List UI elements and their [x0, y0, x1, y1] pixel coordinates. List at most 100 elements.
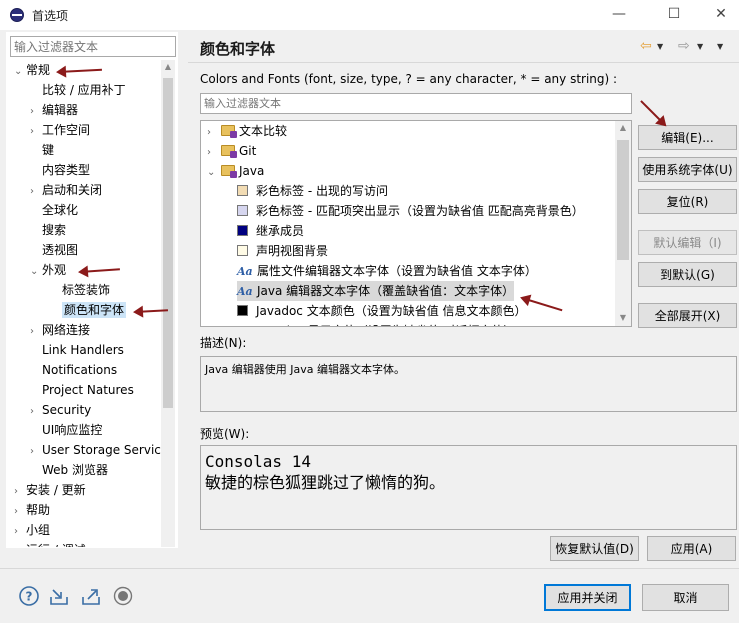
tree-item[interactable]: 全球化 — [30, 200, 78, 220]
export-icon[interactable] — [80, 585, 102, 607]
collapse-chevron-icon[interactable]: › — [14, 542, 26, 547]
collapse-chevron-icon[interactable]: › — [30, 322, 42, 342]
back-arrow-icon[interactable]: ⇦ — [640, 38, 652, 54]
colors-fonts-filter-input[interactable] — [200, 93, 632, 114]
reset-button[interactable]: 复位(R) — [638, 189, 737, 214]
tree-item[interactable]: UI响应监控 — [30, 420, 102, 440]
tree-item[interactable]: 透视图 — [30, 240, 78, 260]
collapse-chevron-icon[interactable]: › — [30, 102, 42, 122]
import-icon[interactable] — [48, 585, 70, 607]
font-tree-item[interactable]: › Git — [207, 141, 256, 161]
view-menu-icon[interactable]: ▼ — [717, 42, 723, 51]
tree-item-label: 外观 — [42, 263, 67, 277]
edit-button[interactable]: 编辑(E)... — [638, 125, 737, 150]
tree-item-label: Project Natures — [42, 383, 134, 397]
edit-default-button[interactable]: 默认编辑（I) — [638, 230, 737, 255]
collapse-chevron-icon[interactable]: › — [30, 442, 42, 462]
minimize-button[interactable]: — — [605, 2, 633, 28]
font-tree-item[interactable]: Javadoc 文本颜色（设置为缺省值 信息文本颜色） — [237, 301, 527, 321]
forward-arrow-icon[interactable]: ⇨ — [678, 38, 690, 54]
font-tree-item-label: Git — [239, 144, 257, 158]
font-tree-item[interactable]: 继承成员 — [237, 221, 304, 241]
font-tree-item[interactable]: 彩色标签 - 出现的写访问 — [237, 181, 388, 201]
color-swatch-icon — [237, 205, 248, 216]
tree-item[interactable]: Notifications — [30, 360, 117, 380]
use-system-font-button[interactable]: 使用系统字体(U) — [638, 157, 737, 182]
tree-item[interactable]: › 安装 / 更新 — [14, 480, 86, 500]
color-swatch-icon — [237, 245, 248, 256]
font-tree-item-label: Java 编辑器文本字体（覆盖缺省值：文本字体） — [257, 284, 515, 298]
tree-item[interactable]: 比较 / 应用补丁 — [30, 80, 126, 100]
collapse-chevron-icon[interactable]: › — [30, 182, 42, 202]
tree-scroll-thumb[interactable] — [163, 78, 173, 408]
collapse-chevron-icon[interactable]: › — [30, 122, 42, 142]
font-icon: Aa — [237, 285, 253, 298]
tree-item-label: 工作空间 — [42, 123, 91, 137]
description-label: 描述(N): — [200, 336, 247, 350]
tree-item[interactable]: 内容类型 — [30, 160, 90, 180]
tree-item[interactable]: › 小组 — [14, 520, 50, 540]
preferences-filter-input[interactable] — [10, 36, 176, 57]
tree-item-label: 网络连接 — [42, 323, 91, 337]
font-tree-item[interactable]: › 文本比较 — [207, 121, 287, 141]
tree-item-label: 全球化 — [42, 203, 79, 217]
tree-item[interactable]: ⌄ 外观 — [30, 260, 66, 280]
expand-all-button[interactable]: 全部展开(X) — [638, 303, 737, 328]
tree-item-label: Web 浏览器 — [42, 463, 108, 477]
tree-item-label: User Storage Servic — [42, 443, 161, 457]
tree-item[interactable]: › 帮助 — [14, 500, 50, 520]
collapse-chevron-icon[interactable]: › — [30, 402, 42, 422]
goto-default-button[interactable]: 到默认(G) — [638, 262, 737, 287]
expand-chevron-icon[interactable]: ⌄ — [30, 262, 42, 282]
tree-item[interactable]: › 编辑器 — [30, 100, 78, 120]
tree-item[interactable]: › 工作空间 — [30, 120, 90, 140]
collapse-chevron-icon[interactable]: › — [14, 522, 26, 542]
tree-item[interactable]: Web 浏览器 — [30, 460, 108, 480]
back-dropdown-icon[interactable]: ▼ — [657, 42, 663, 51]
collapse-chevron-icon[interactable]: › — [207, 123, 221, 143]
tree-item[interactable]: 标签装饰 — [50, 280, 110, 300]
font-tree-item-label: 声明视图背景 — [256, 244, 329, 258]
font-tree-item[interactable]: Aa Java 编辑器文本字体（覆盖缺省值：文本字体） — [237, 281, 515, 301]
tree-item[interactable]: Project Natures — [30, 380, 134, 400]
folder-icon — [221, 165, 237, 178]
apply-button[interactable]: 应用(A) — [647, 536, 736, 561]
oomph-icon[interactable] — [112, 585, 134, 607]
font-tree-item[interactable]: Aa 属性文件编辑器文本字体（设置为缺省值 文本字体） — [237, 261, 537, 281]
font-tree-item[interactable]: AaJavadoc 显示字体（设置为缺省值 对话框字体） — [237, 321, 516, 326]
font-tree-item[interactable]: ⌄ Java — [207, 161, 264, 181]
font-tree-scroll-thumb[interactable] — [617, 140, 629, 260]
preview-font-name: Consolas 14 — [205, 452, 311, 471]
expand-chevron-icon[interactable]: ⌄ — [14, 62, 26, 82]
tree-item[interactable]: ⌄ 常规 — [14, 60, 50, 80]
tree-item[interactable]: 搜索 — [30, 220, 66, 240]
tree-item-label: 透视图 — [42, 243, 79, 257]
collapse-chevron-icon[interactable]: › — [14, 502, 26, 522]
expand-chevron-icon[interactable]: ⌄ — [207, 163, 221, 183]
tree-item-label: 颜色和字体 — [62, 302, 127, 318]
collapse-chevron-icon[interactable]: › — [207, 143, 221, 163]
font-tree-item[interactable]: 声明视图背景 — [237, 241, 328, 261]
font-tree-item[interactable]: 彩色标签 - 匹配项突出显示（设置为缺省值 匹配高亮背景色） — [237, 201, 584, 221]
font-tree-scroll-down-icon[interactable]: ▼ — [616, 313, 630, 322]
close-button[interactable]: ✕ — [707, 2, 735, 28]
maximize-button[interactable]: ☐ — [660, 2, 688, 28]
tree-item[interactable]: › Security — [30, 400, 91, 420]
cancel-button[interactable]: 取消 — [642, 584, 729, 611]
tree-item[interactable]: ›运行 / 调试 — [14, 540, 86, 547]
tree-item-label: Notifications — [42, 363, 118, 377]
tree-item[interactable]: 键 — [30, 140, 54, 160]
help-icon[interactable]: ? — [18, 585, 40, 607]
font-tree-scroll-up-icon[interactable]: ▲ — [616, 123, 630, 132]
tree-item[interactable]: 颜色和字体 — [50, 300, 127, 320]
forward-dropdown-icon[interactable]: ▼ — [697, 42, 703, 51]
apply-and-close-button[interactable]: 应用并关闭 — [544, 584, 631, 611]
tree-item[interactable]: › 启动和关闭 — [30, 180, 102, 200]
tree-scroll-up-icon[interactable]: ▲ — [161, 62, 175, 71]
tree-item[interactable]: › 网络连接 — [30, 320, 90, 340]
tree-item[interactable]: Link Handlers — [30, 340, 124, 360]
restore-defaults-button[interactable]: 恢复默认值(D) — [550, 536, 639, 561]
tree-item[interactable]: › User Storage Servic — [30, 440, 161, 460]
collapse-chevron-icon[interactable]: › — [14, 482, 26, 502]
tree-item-label: UI响应监控 — [42, 423, 103, 437]
